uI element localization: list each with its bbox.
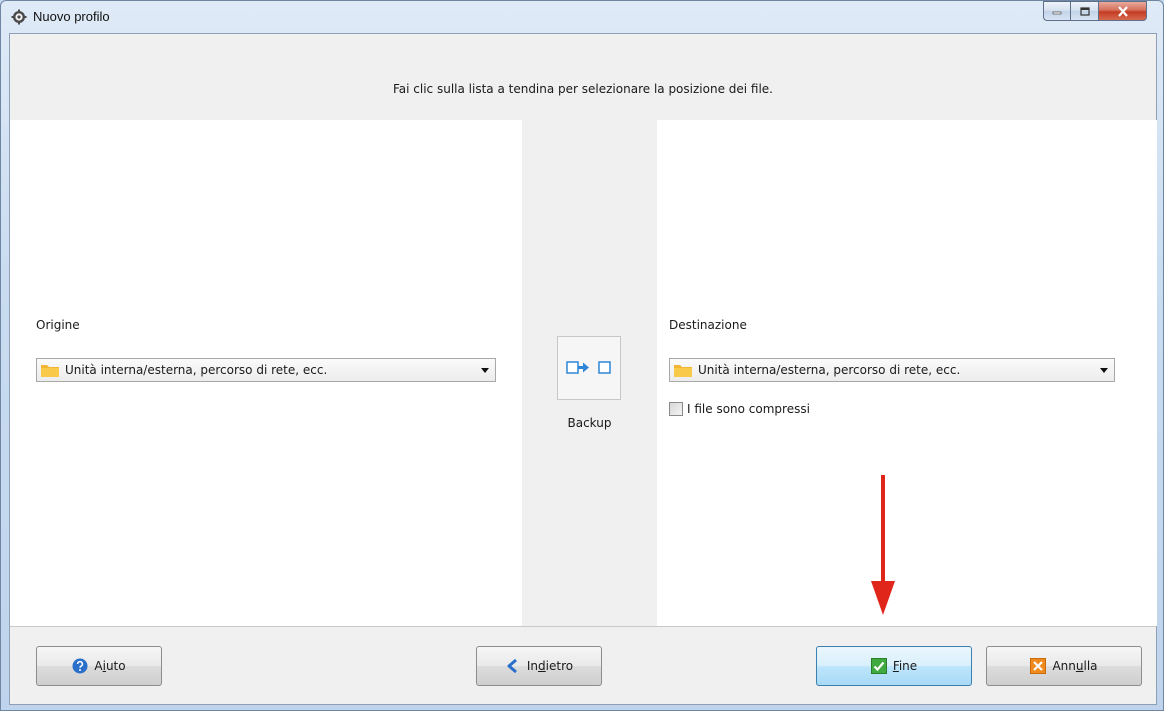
folder-icon xyxy=(674,365,692,377)
backup-mode-button[interactable] xyxy=(557,336,621,400)
chevron-down-icon xyxy=(1100,368,1108,373)
destination-dropdown[interactable]: Unità interna/esterna, percorso di rete,… xyxy=(669,358,1115,382)
destination-label: Destinazione xyxy=(669,318,747,332)
source-dropdown-value: Unità interna/esterna, percorso di rete,… xyxy=(65,363,328,377)
back-button[interactable]: Indietro xyxy=(476,646,602,686)
hint-text: Fai clic sulla lista a tendina per selez… xyxy=(392,82,773,96)
compressed-checkbox[interactable] xyxy=(669,402,683,416)
destination-pane: Destinazione Unità interna/esterna, perc… xyxy=(657,120,1157,626)
operation-column: Backup xyxy=(522,120,657,626)
finish-button-label: Fine xyxy=(892,659,918,673)
backup-arrow-icon xyxy=(566,361,611,374)
caption-buttons xyxy=(1043,1,1147,23)
minimize-button[interactable] xyxy=(1043,1,1071,21)
back-button-label: Indietro xyxy=(526,659,574,673)
window-frame: Nuovo profilo Fai clic sulla lista a ten… xyxy=(0,0,1164,711)
cancel-button[interactable]: Annulla xyxy=(986,646,1142,686)
hint-band: Fai clic sulla lista a tendina per selez… xyxy=(10,34,1156,120)
compressed-checkbox-label: I file sono compressi xyxy=(687,402,810,416)
help-button[interactable]: Aiuto xyxy=(36,646,162,686)
app-gear-icon xyxy=(11,9,27,25)
window-title: Nuovo profilo xyxy=(33,9,110,24)
maximize-button[interactable] xyxy=(1071,1,1099,21)
cancel-button-label: Annulla xyxy=(1052,659,1098,673)
maximize-icon xyxy=(1079,6,1090,16)
finish-button[interactable]: Fine xyxy=(816,646,972,686)
chevron-left-icon xyxy=(507,658,517,674)
close-icon xyxy=(1117,5,1128,17)
cancel-x-icon xyxy=(1030,658,1047,674)
folder-icon xyxy=(41,365,59,377)
bottom-separator xyxy=(10,626,1156,627)
checkmark-icon xyxy=(870,658,887,674)
help-button-label: Aiuto xyxy=(94,659,126,673)
dialog-client-area: Fai clic sulla lista a tendina per selez… xyxy=(9,33,1157,705)
source-label: Origine xyxy=(36,318,80,332)
help-icon xyxy=(72,658,88,674)
backup-mode-label: Backup xyxy=(567,416,612,430)
title-bar[interactable]: Nuovo profilo xyxy=(1,1,1163,33)
annotation-arrow-icon xyxy=(871,475,895,615)
minimize-icon xyxy=(1052,11,1062,15)
source-pane: Origine Unità interna/esterna, percorso … xyxy=(10,120,522,626)
chevron-down-icon xyxy=(481,368,489,373)
close-button[interactable] xyxy=(1099,1,1147,21)
source-dropdown[interactable]: Unità interna/esterna, percorso di rete,… xyxy=(36,358,496,382)
compressed-checkbox-row[interactable]: I file sono compressi xyxy=(669,402,810,416)
destination-dropdown-value: Unità interna/esterna, percorso di rete,… xyxy=(698,363,961,377)
